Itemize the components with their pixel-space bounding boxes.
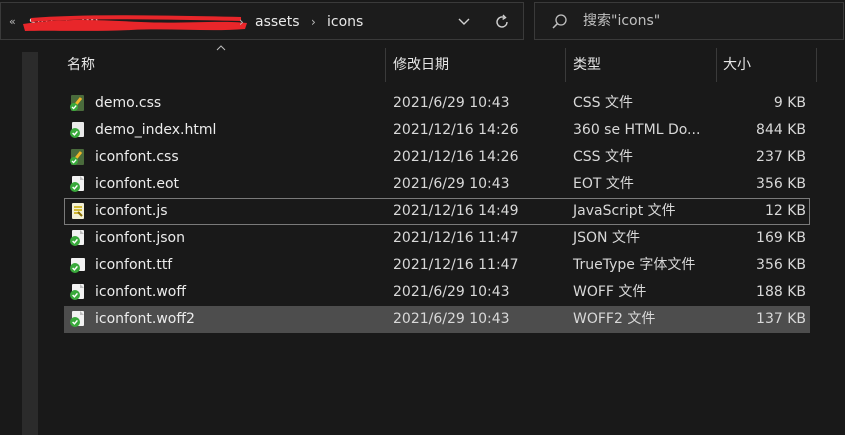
search-box[interactable] <box>534 2 844 40</box>
column-divider[interactable] <box>716 48 717 82</box>
file-row[interactable]: iconfont.ttf 2021/12/16 11:47 TrueType 字体文… <box>64 252 810 279</box>
file-row[interactable]: iconfont.js 2021/12/16 14:49 JavaScript 文件… <box>64 198 810 225</box>
js-file-icon <box>69 202 87 220</box>
chevron-down-icon[interactable] <box>451 10 477 34</box>
breadcrumb-separator-icon[interactable]: › <box>239 3 244 41</box>
file-name: iconfont.ttf <box>95 257 173 273</box>
refresh-icon[interactable] <box>489 10 515 34</box>
file-name: iconfont.woff <box>95 284 186 300</box>
file-row[interactable]: iconfont.css 2021/12/16 14:26 CSS 文件 237 KB <box>64 144 810 171</box>
file-size: 356 KB <box>756 257 806 273</box>
file-name: iconfont.css <box>95 149 179 165</box>
file-size: 137 KB <box>756 311 806 327</box>
file-type: EOT 文件 <box>573 176 634 192</box>
file-size: 356 KB <box>756 176 806 192</box>
breadcrumb-assets[interactable]: assets <box>255 3 300 41</box>
file-modified-date: 2021/6/29 10:43 <box>393 284 510 300</box>
generic-file-icon <box>69 310 87 328</box>
file-type: 360 se HTML Do... <box>573 122 701 138</box>
file-modified-date: 2021/12/16 14:26 <box>393 122 519 138</box>
file-modified-date: 2021/12/16 11:47 <box>393 230 519 246</box>
file-row[interactable]: iconfont.json 2021/12/16 11:47 JSON 文件 169 … <box>64 225 810 252</box>
html-file-icon <box>69 121 87 139</box>
file-name: iconfont.json <box>95 230 185 246</box>
file-modified-date: 2021/6/29 10:43 <box>393 311 510 327</box>
file-name: iconfont.woff2 <box>95 311 195 327</box>
file-row[interactable]: demo_index.html 2021/12/16 14:26 360 se HT… <box>64 117 810 144</box>
file-row[interactable]: demo.css 2021/6/29 10:43 CSS 文件 9 KB <box>64 90 810 117</box>
column-header-modified[interactable]: 修改日期 <box>393 48 449 82</box>
address-bar[interactable]: « svn › qn › assets › icons <box>0 2 524 40</box>
file-name: demo_index.html <box>95 122 217 138</box>
file-type: WOFF 文件 <box>573 284 647 300</box>
file-list: demo.css 2021/6/29 10:43 CSS 文件 9 KB demo_in… <box>64 90 810 333</box>
css-file-icon <box>69 148 87 166</box>
file-modified-date: 2021/12/16 11:47 <box>393 257 519 273</box>
search-input[interactable] <box>583 3 833 39</box>
column-divider[interactable] <box>385 48 386 82</box>
column-header-name[interactable]: 名称 <box>67 48 95 82</box>
file-modified-date: 2021/12/16 14:26 <box>393 149 519 165</box>
file-size: 12 KB <box>764 203 806 219</box>
file-size: 9 KB <box>773 95 806 111</box>
file-name: iconfont.js <box>95 203 168 219</box>
file-type: CSS 文件 <box>573 95 633 111</box>
file-size: 169 KB <box>756 230 806 246</box>
search-icon <box>552 14 567 29</box>
file-modified-date: 2021/6/29 10:43 <box>393 176 510 192</box>
file-size: 237 KB <box>756 149 806 165</box>
column-divider[interactable] <box>816 48 817 82</box>
redaction-scribble <box>23 15 247 31</box>
file-type: TrueType 字体文件 <box>573 257 696 273</box>
breadcrumb-icons[interactable]: icons <box>327 3 363 41</box>
generic-file-icon <box>69 229 87 247</box>
file-row[interactable]: iconfont.woff 2021/6/29 10:43 WOFF 文件 188 K… <box>64 279 810 306</box>
file-size: 844 KB <box>756 122 806 138</box>
generic-file-icon <box>69 175 87 193</box>
font-file-icon <box>69 256 87 274</box>
generic-file-icon <box>69 283 87 301</box>
column-headers: 名称 修改日期 类型 大小 <box>58 45 818 82</box>
file-type: WOFF2 文件 <box>573 311 656 327</box>
column-divider[interactable] <box>565 48 566 82</box>
sort-ascending-icon <box>216 45 226 51</box>
column-header-type[interactable]: 类型 <box>573 48 601 82</box>
file-type: JSON 文件 <box>573 230 640 246</box>
file-name: iconfont.eot <box>95 176 179 192</box>
file-size: 188 KB <box>756 284 806 300</box>
column-header-size[interactable]: 大小 <box>723 48 751 82</box>
file-modified-date: 2021/6/29 10:43 <box>393 95 510 111</box>
scrollbar-thumb[interactable] <box>22 52 38 64</box>
file-modified-date: 2021/12/16 14:49 <box>393 203 519 219</box>
file-type: JavaScript 文件 <box>573 203 676 219</box>
file-name: demo.css <box>95 95 162 111</box>
file-type: CSS 文件 <box>573 149 633 165</box>
toolbar: « svn › qn › assets › icons <box>0 0 845 44</box>
file-row[interactable]: iconfont.eot 2021/6/29 10:43 EOT 文件 356 KB <box>64 171 810 198</box>
breadcrumb-separator-icon[interactable]: › <box>311 3 316 41</box>
navigation-pane-scrollbar[interactable] <box>22 52 38 435</box>
css-file-icon <box>69 94 87 112</box>
file-row[interactable]: iconfont.woff2 2021/6/29 10:43 WOFF2 文件 137… <box>64 306 810 333</box>
breadcrumb-overflow-button[interactable]: « <box>9 3 16 41</box>
